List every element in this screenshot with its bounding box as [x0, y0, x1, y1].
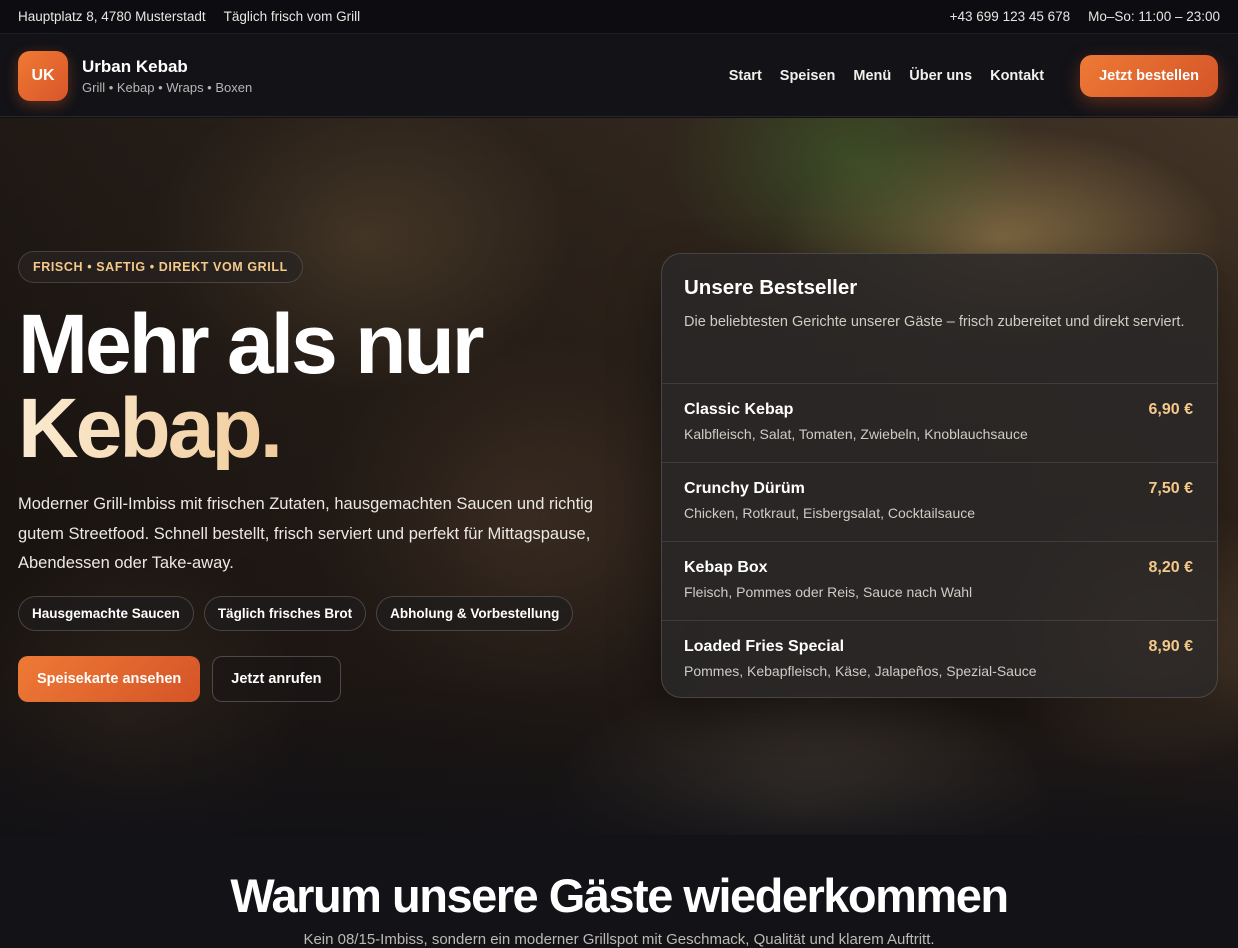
bestseller-card: Unsere Bestseller Die beliebtesten Geric…: [661, 253, 1218, 698]
menu-item[interactable]: Classic Kebap Kalbfleisch, Salat, Tomate…: [662, 384, 1217, 463]
hero-headline: Mehr als nur Kebap.: [18, 297, 484, 470]
main-navigation: UK Urban Kebab Grill • Kebap • Wraps • B…: [0, 35, 1238, 117]
opening-hours: Mo–So: 11:00 – 23:00: [1088, 9, 1220, 24]
chip-saucen: Hausgemachte Saucen: [18, 596, 194, 631]
view-menu-button[interactable]: Speisekarte ansehen: [18, 656, 201, 702]
nav-item-ueber-uns[interactable]: Über uns: [909, 68, 972, 84]
nav-menu: Start Speisen Menü Über uns Kontakt Jetz…: [729, 54, 1218, 97]
menu-item-price: 7,50 €: [1148, 480, 1193, 497]
call-now-button[interactable]: Jetzt anrufen: [212, 656, 341, 702]
nav-item-speisen[interactable]: Speisen: [780, 68, 836, 84]
why-section: Warum unsere Gäste wiederkommen Kein 08/…: [0, 836, 1238, 948]
headline-accent: Kebap.: [18, 386, 481, 470]
menu-item-name: Kebap Box: [684, 559, 768, 576]
menu-item-description: Kalbfleisch, Salat, Tomaten, Zwiebeln, K…: [684, 426, 1028, 442]
order-now-button[interactable]: Jetzt bestellen: [1080, 54, 1218, 97]
logo[interactable]: UK: [18, 50, 68, 101]
hero-eyebrow-badge: FRISCH • SAFTIG • DIREKT VOM GRILL: [18, 251, 303, 283]
menu-item-name: Crunchy Dürüm: [684, 480, 805, 497]
phone-link[interactable]: +43 699 123 45 678: [950, 9, 1071, 24]
nav-item-start[interactable]: Start: [729, 68, 762, 84]
menu-item-description: Fleisch, Pommes oder Reis, Sauce nach Wa…: [684, 584, 973, 600]
chip-brot: Täglich frisches Brot: [203, 596, 367, 631]
chip-abholung: Abholung & Vorbestellung: [376, 596, 574, 631]
top-info-bar: Hauptplatz 8, 4780 Musterstadt Täglich f…: [0, 0, 1238, 34]
menu-item[interactable]: Kebap Box Fleisch, Pommes oder Reis, Sau…: [662, 542, 1217, 621]
hero-cta-row: Speisekarte ansehen Jetzt anrufen: [18, 656, 341, 702]
nav-item-kontakt[interactable]: Kontakt: [990, 68, 1044, 84]
menu-item[interactable]: Crunchy Dürüm Chicken, Rotkraut, Eisberg…: [662, 463, 1217, 542]
address-text: Hauptplatz 8, 4780 Musterstadt: [18, 9, 206, 24]
hero-lead-text: Moderner Grill-Imbiss mit frischen Zutat…: [18, 495, 594, 572]
headline-line: Mehr als nur: [18, 297, 484, 391]
brand-name[interactable]: Urban Kebab: [82, 57, 252, 77]
menu-item-description: Chicken, Rotkraut, Eisbergsalat, Cocktai…: [684, 505, 976, 521]
menu-item-price: 8,20 €: [1148, 559, 1193, 576]
menu-item-name: Loaded Fries Special: [684, 638, 845, 655]
brand: Urban Kebab Grill • Kebap • Wraps • Boxe…: [82, 57, 252, 95]
bestseller-subtitle: Die beliebtesten Gerichte unserer Gäste …: [684, 314, 1185, 330]
bestseller-title: Unsere Bestseller: [684, 276, 858, 299]
menu-item-price: 8,90 €: [1148, 638, 1193, 655]
why-title: Warum unsere Gäste wiederkommen: [230, 869, 1009, 922]
hero-section: FRISCH • SAFTIG • DIREKT VOM GRILL Mehr …: [0, 118, 1238, 835]
menu-item-description: Pommes, Kebapfleisch, Käse, Jalapeños, S…: [684, 663, 1037, 679]
brand-tagline: Grill • Kebap • Wraps • Boxen: [82, 79, 253, 95]
menu-item[interactable]: Loaded Fries Special Pommes, Kebapfleisc…: [662, 621, 1217, 697]
menu-item-price: 6,90 €: [1148, 401, 1193, 418]
why-subtitle: Kein 08/15-Imbiss, sondern ein moderner …: [303, 931, 935, 948]
nav-item-menu[interactable]: Menü: [853, 68, 891, 84]
bestseller-header: Unsere Bestseller Die beliebtesten Geric…: [662, 254, 1217, 384]
feature-chips: Hausgemachte Saucen Täglich frisches Bro…: [18, 596, 574, 631]
tagline-text: Täglich frisch vom Grill: [223, 9, 361, 24]
menu-item-name: Classic Kebap: [684, 401, 794, 418]
